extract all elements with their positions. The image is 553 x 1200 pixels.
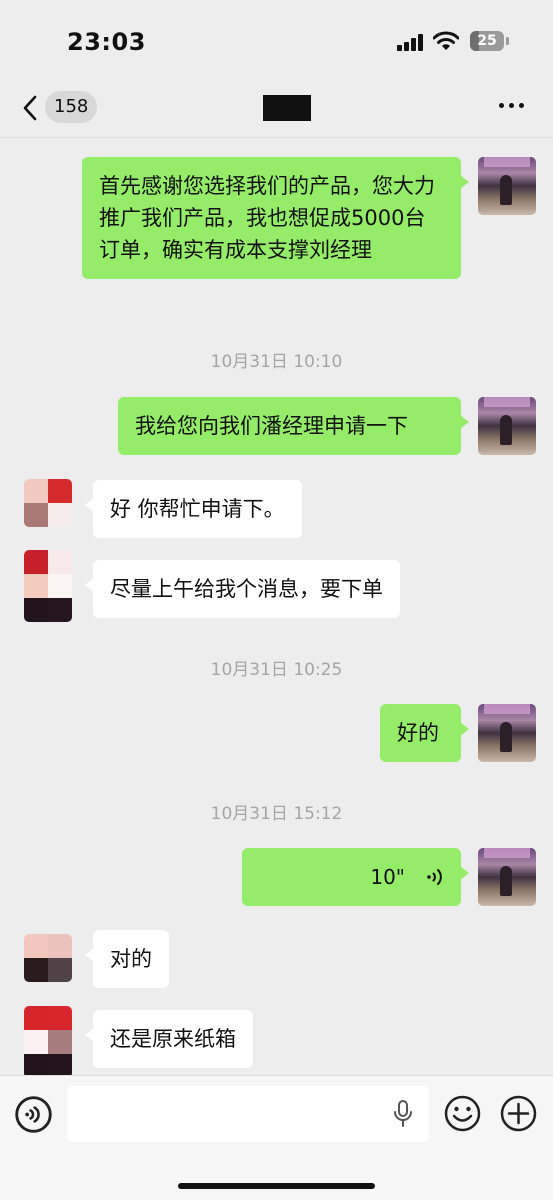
my-avatar[interactable] — [478, 848, 536, 906]
message-input[interactable] — [67, 1086, 429, 1142]
voice-wave-icon — [427, 869, 442, 885]
voice-mode-icon[interactable] — [15, 1096, 52, 1133]
microphone-icon[interactable] — [392, 1099, 414, 1129]
contact-avatar[interactable] — [24, 550, 72, 622]
message-timestamp: 10月31日 10:10 — [210, 352, 343, 372]
status-time: 23:03 — [67, 28, 146, 56]
unread-count-badge[interactable]: 158 — [45, 91, 98, 123]
message-text: 首先感谢您选择我们的产品，您大力推广我们产品，我也想促成5000台订单，确实有成… — [99, 174, 435, 262]
outgoing-message-bubble[interactable]: 我给您向我们潘经理申请一下 — [118, 397, 469, 455]
my-avatar[interactable] — [478, 397, 536, 455]
outgoing-message-bubble[interactable]: 首先感谢您选择我们的产品，您大力推广我们产品，我也想促成5000台订单，确实有成… — [82, 157, 469, 279]
message-timestamp: 10月31日 10:25 — [210, 660, 343, 680]
incoming-message-bubble[interactable]: 好 你帮忙申请下。 — [85, 480, 302, 538]
status-bar: 23:03 25 — [0, 0, 553, 84]
outgoing-message-bubble[interactable]: 好的 — [380, 704, 469, 762]
cellular-signal-icon — [397, 33, 425, 51]
message-text: 对的 — [110, 947, 152, 971]
chat-header: 158 — [0, 84, 553, 138]
voice-duration: 10" — [370, 865, 405, 889]
message-timestamp: 10月31日 15:12 — [210, 804, 343, 824]
contact-avatar[interactable] — [24, 934, 72, 982]
wifi-icon — [433, 31, 459, 50]
my-avatar[interactable] — [478, 157, 536, 215]
message-text: 好的 — [397, 721, 439, 745]
message-text: 好 你帮忙申请下。 — [110, 497, 285, 521]
message-text: 我给您向我们潘经理申请一下 — [135, 414, 408, 438]
battery-cap — [506, 37, 509, 45]
more-options-icon[interactable] — [499, 103, 527, 111]
incoming-message-bubble[interactable]: 还是原来纸箱 — [85, 1010, 253, 1068]
battery-icon: 25 — [470, 31, 504, 51]
message-list[interactable]: 首先感谢您选择我们的产品，您大力推广我们产品，我也想促成5000台订单，确实有成… — [0, 139, 553, 1075]
my-avatar[interactable] — [478, 704, 536, 762]
plus-icon[interactable] — [500, 1095, 537, 1132]
incoming-message-bubble[interactable]: 尽量上午给我个消息，要下单 — [85, 560, 400, 618]
contact-avatar[interactable] — [24, 1006, 72, 1075]
voice-message-bubble[interactable]: 10" — [242, 848, 469, 906]
incoming-message-bubble[interactable]: 对的 — [85, 930, 169, 988]
emoji-icon[interactable] — [444, 1095, 481, 1132]
message-text: 尽量上午给我个消息，要下单 — [110, 577, 383, 601]
home-indicator — [178, 1183, 375, 1189]
message-text: 还是原来纸箱 — [110, 1027, 236, 1051]
back-chevron-icon[interactable] — [20, 94, 40, 122]
contact-avatar[interactable] — [24, 479, 72, 527]
input-bar — [0, 1075, 553, 1200]
battery-percent: 25 — [477, 33, 497, 49]
chat-title-redacted — [263, 95, 311, 121]
